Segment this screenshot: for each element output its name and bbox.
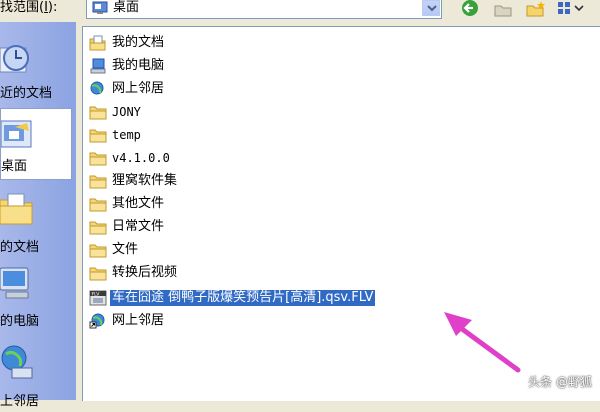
folder-icon xyxy=(89,175,107,189)
current-folder-value: 桌面 xyxy=(113,0,140,15)
folder-icon xyxy=(89,129,107,143)
my-computer-icon xyxy=(0,267,29,299)
places-bar: 近的文档 桌面 的文档 的电脑 上邻居 xyxy=(0,22,76,409)
look-in-label: 找范围(I): xyxy=(0,0,58,15)
annotation-arrow-icon xyxy=(444,312,521,373)
list-item[interactable]: 网上邻居 xyxy=(89,311,166,331)
desktop-icon xyxy=(1,120,32,148)
file-name: 日常文件 xyxy=(112,219,165,234)
place-network-places[interactable]: 上邻居 xyxy=(0,340,72,412)
look-in-dropdown[interactable]: 桌面 xyxy=(86,0,442,19)
my-documents-icon xyxy=(0,193,33,225)
folder-icon xyxy=(89,267,107,281)
place-label: 的电脑 xyxy=(0,314,40,329)
network-places-icon xyxy=(90,81,104,95)
place-label: 桌面 xyxy=(1,159,28,174)
new-folder-button[interactable] xyxy=(525,0,549,18)
list-item[interactable]: 转换后视频 xyxy=(89,263,179,283)
file-name: 我的电脑 xyxy=(112,58,165,73)
network-shortcut-icon xyxy=(89,313,105,329)
my-computer-icon xyxy=(90,58,106,74)
file-name: JONY xyxy=(112,105,141,119)
folder-icon xyxy=(89,244,107,258)
list-item-selected[interactable]: FLV 车在囧途 倒鸭子版爆笑预告片[高清].qsv.FLV xyxy=(89,288,377,308)
dropdown-button[interactable] xyxy=(422,0,440,16)
folder-icon xyxy=(89,221,107,235)
list-item[interactable]: 其他文件 xyxy=(89,194,166,214)
view-menu-icon xyxy=(558,2,584,14)
folder-icon xyxy=(89,152,107,166)
list-item[interactable]: 我的电脑 xyxy=(89,56,166,76)
place-desktop[interactable]: 桌面 xyxy=(0,108,72,180)
place-recent-documents[interactable]: 近的文档 xyxy=(0,36,72,108)
file-name: 车在囧途 倒鸭子版爆笑预告片[高清].qsv.FLV xyxy=(108,289,377,307)
back-button[interactable] xyxy=(460,0,482,18)
svg-text:FLV: FLV xyxy=(92,291,101,297)
place-label: 近的文档 xyxy=(0,86,53,101)
file-name: 网上邻居 xyxy=(112,313,165,328)
chevron-down-icon xyxy=(427,5,437,12)
file-name: 其他文件 xyxy=(112,196,165,211)
place-my-documents[interactable]: 的文档 xyxy=(0,186,72,258)
folder-icon xyxy=(89,198,107,212)
new-folder-icon xyxy=(526,5,544,17)
file-name: 文件 xyxy=(112,242,139,257)
file-name: temp xyxy=(112,128,141,142)
recent-documents-icon xyxy=(0,45,29,73)
list-item[interactable]: 我的文档 xyxy=(89,33,166,53)
my-documents-icon xyxy=(89,35,106,51)
view-menu-button[interactable] xyxy=(556,0,586,18)
list-item[interactable]: temp xyxy=(89,125,143,145)
file-name: 转换后视频 xyxy=(112,265,178,280)
up-folder-button[interactable] xyxy=(493,0,515,18)
watermark: 头条 @野狐 xyxy=(528,375,592,389)
folder-icon xyxy=(89,106,107,120)
file-name: 网上邻居 xyxy=(112,81,165,96)
flv-file-icon: FLV xyxy=(89,290,107,306)
list-item[interactable]: v4.1.0.0 xyxy=(89,148,172,168)
look-in-bar: 找范围(I): 桌面 xyxy=(0,0,600,22)
place-my-computer[interactable]: 的电脑 xyxy=(0,262,72,334)
list-item[interactable]: 狸窝软件集 xyxy=(89,171,179,191)
up-folder-icon xyxy=(494,5,512,17)
list-item[interactable]: JONY xyxy=(89,102,143,122)
desktop-icon xyxy=(92,1,108,14)
network-places-icon xyxy=(1,345,33,379)
file-name: 狸窝软件集 xyxy=(112,173,178,188)
list-item[interactable]: 网上邻居 xyxy=(89,79,166,99)
file-name: 我的文档 xyxy=(112,35,165,50)
list-item[interactable]: 文件 xyxy=(89,240,140,260)
place-label: 的文档 xyxy=(0,240,40,255)
file-name: v4.1.0.0 xyxy=(112,151,170,165)
list-item[interactable]: 日常文件 xyxy=(89,217,166,237)
